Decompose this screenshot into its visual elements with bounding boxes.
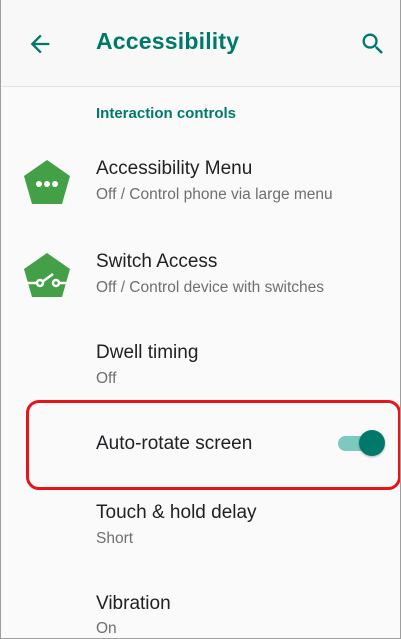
app-bar: Accessibility (0, 0, 401, 87)
item-subtitle: On (96, 620, 117, 637)
search-icon[interactable] (359, 30, 387, 58)
list-item-accessibility-menu[interactable]: Accessibility Menu Off / Control phone v… (0, 150, 401, 220)
auto-rotate-toggle[interactable] (338, 430, 385, 456)
item-title: Dwell timing (96, 342, 199, 363)
item-title: Vibration (96, 593, 171, 614)
item-title: Accessibility Menu (96, 158, 253, 179)
list-item-touch-hold-delay[interactable]: Touch & hold delay Short (0, 495, 401, 555)
toggle-thumb (359, 430, 385, 456)
accessibility-menu-icon (24, 160, 70, 204)
item-subtitle: Short (96, 530, 134, 547)
list-item-dwell-timing[interactable]: Dwell timing Off (0, 335, 401, 395)
item-subtitle: Off / Control phone via large menu (96, 186, 333, 203)
list-item-vibration[interactable]: Vibration On (0, 587, 401, 639)
section-header: Interaction controls (96, 105, 237, 122)
item-title: Touch & hold delay (96, 502, 257, 523)
item-title: Switch Access (96, 251, 218, 272)
switch-access-icon (24, 253, 70, 297)
arrow-back-icon[interactable] (26, 30, 54, 58)
item-subtitle: Off (96, 370, 117, 387)
list-item-switch-access[interactable]: Switch Access Off / Control device with … (0, 243, 401, 313)
page-title: Accessibility (96, 28, 240, 54)
item-subtitle: Off / Control device with switches (96, 279, 324, 296)
